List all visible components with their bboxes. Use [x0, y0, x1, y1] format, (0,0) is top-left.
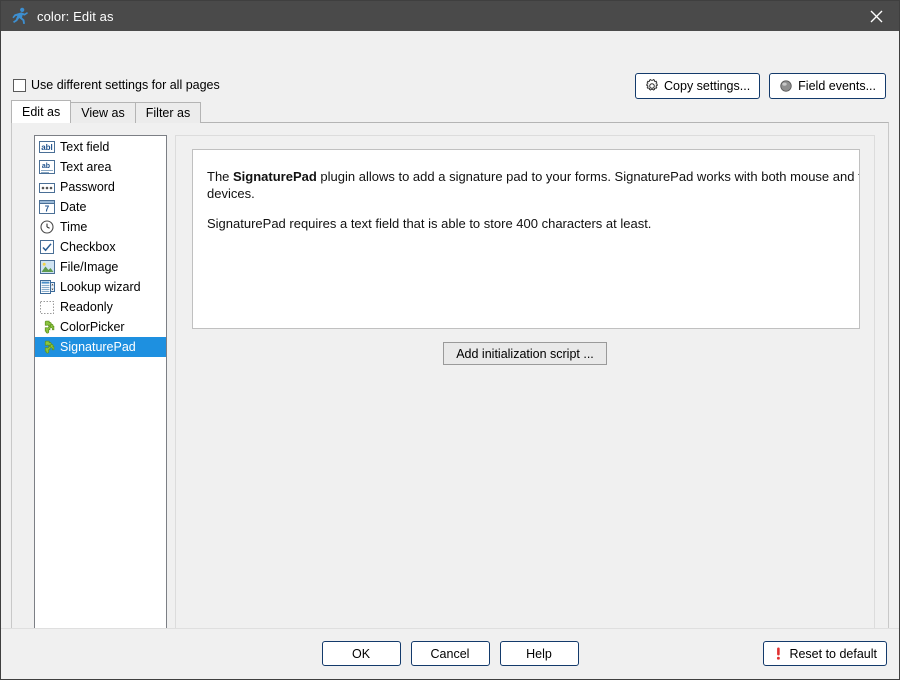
- image-icon: [39, 259, 55, 275]
- cancel-label: Cancel: [431, 647, 470, 661]
- description-panel: The SignaturePad plugin allows to add a …: [192, 149, 860, 329]
- svg-text:7: 7: [45, 205, 50, 214]
- puzzle-piece-icon: [39, 319, 55, 335]
- textarea-icon: ab: [39, 159, 55, 175]
- use-different-settings-row[interactable]: Use different settings for all pages: [13, 76, 220, 94]
- list-item-password[interactable]: Password: [35, 177, 166, 197]
- svg-text:ab: ab: [42, 163, 50, 170]
- list-item-label: File/Image: [60, 260, 118, 274]
- abl-textfield-icon: abl: [39, 139, 55, 155]
- tab-filter-as[interactable]: Filter as: [135, 102, 201, 123]
- clock-icon: [39, 219, 55, 235]
- tab-edit-as[interactable]: Edit as: [11, 100, 71, 123]
- password-icon: [39, 179, 55, 195]
- ok-button[interactable]: OK: [322, 641, 401, 666]
- editor-type-list[interactable]: abl Text field ab Text area: [34, 135, 167, 651]
- list-item-colorpicker[interactable]: ColorPicker: [35, 317, 166, 337]
- description-paragraph-1: The SignaturePad plugin allows to add a …: [207, 168, 860, 202]
- close-icon: [870, 10, 883, 23]
- copy-settings-button[interactable]: Copy settings...: [635, 73, 760, 99]
- add-initialization-script-button[interactable]: Add initialization script ...: [443, 342, 607, 365]
- tab-filter-as-label: Filter as: [146, 106, 190, 120]
- dialog-body: Use different settings for all pages Cop…: [1, 31, 899, 679]
- title-bar: color: Edit as: [1, 1, 899, 31]
- use-different-settings-checkbox[interactable]: [13, 79, 26, 92]
- reset-to-default-label: Reset to default: [789, 647, 877, 661]
- reset-to-default-button[interactable]: Reset to default: [763, 641, 887, 666]
- tab-view-as-label: View as: [81, 106, 125, 120]
- list-item-date[interactable]: 7 Date: [35, 197, 166, 217]
- add-initialization-script-label: Add initialization script ...: [456, 347, 594, 361]
- list-item-label: Text field: [60, 140, 109, 154]
- description-p1-bold: SignaturePad: [233, 169, 317, 184]
- list-item-time[interactable]: Time: [35, 217, 166, 237]
- copy-settings-label: Copy settings...: [664, 79, 750, 93]
- gear-icon: [645, 79, 659, 93]
- list-item-label: Readonly: [60, 300, 113, 314]
- list-item-file-image[interactable]: File/Image: [35, 257, 166, 277]
- lookup-wizard-icon: [39, 279, 55, 295]
- dialog-footer: OK Cancel Help Reset to default: [1, 628, 899, 679]
- field-events-label: Field events...: [798, 79, 876, 93]
- tab-view-as[interactable]: View as: [70, 102, 136, 123]
- list-item-label: Time: [60, 220, 87, 234]
- help-button[interactable]: Help: [500, 641, 579, 666]
- ok-label: OK: [352, 647, 370, 661]
- list-item-label: Text area: [60, 160, 111, 174]
- close-button[interactable]: [854, 1, 899, 31]
- tab-panel-edit-as: abl Text field ab Text area: [11, 122, 889, 652]
- list-item-readonly[interactable]: Readonly: [35, 297, 166, 317]
- tab-edit-as-label: Edit as: [22, 105, 60, 119]
- add-init-script-row: Add initialization script ...: [176, 342, 874, 365]
- sphere-icon: [779, 79, 793, 93]
- description-p1-prefix: The: [207, 169, 233, 184]
- list-item-label: SignaturePad: [60, 340, 136, 354]
- list-item-label: Date: [60, 200, 86, 214]
- list-item-label: Password: [60, 180, 115, 194]
- puzzle-piece-icon: [39, 339, 55, 355]
- list-item-checkbox[interactable]: Checkbox: [35, 237, 166, 257]
- description-paragraph-2: SignaturePad requires a text field that …: [207, 215, 860, 232]
- list-item-lookup-wizard[interactable]: Lookup wizard: [35, 277, 166, 297]
- use-different-settings-label: Use different settings for all pages: [31, 78, 220, 92]
- list-item-signaturepad[interactable]: SignaturePad: [35, 337, 166, 357]
- dotted-box-icon: [39, 299, 55, 315]
- dialog-toolbar: Copy settings... Field events...: [635, 73, 886, 99]
- calendar-icon: 7: [39, 199, 55, 215]
- help-label: Help: [526, 647, 552, 661]
- cancel-button[interactable]: Cancel: [411, 641, 490, 666]
- running-man-icon: [10, 6, 30, 26]
- editor-settings-area: The SignaturePad plugin allows to add a …: [175, 135, 875, 639]
- list-item-label: ColorPicker: [60, 320, 125, 334]
- tab-strip: Edit as View as Filter as: [11, 101, 200, 123]
- list-item-label: Checkbox: [60, 240, 116, 254]
- list-item-text-area[interactable]: ab Text area: [35, 157, 166, 177]
- window-title: color: Edit as: [37, 9, 114, 24]
- edit-as-dialog: color: Edit as Use different settings fo…: [0, 0, 900, 680]
- svg-text:abl: abl: [41, 143, 53, 152]
- checkbox-icon: [39, 239, 55, 255]
- list-item-label: Lookup wizard: [60, 280, 141, 294]
- list-item-text-field[interactable]: abl Text field: [35, 137, 166, 157]
- red-exclamation-icon: [773, 646, 784, 661]
- field-events-button[interactable]: Field events...: [769, 73, 886, 99]
